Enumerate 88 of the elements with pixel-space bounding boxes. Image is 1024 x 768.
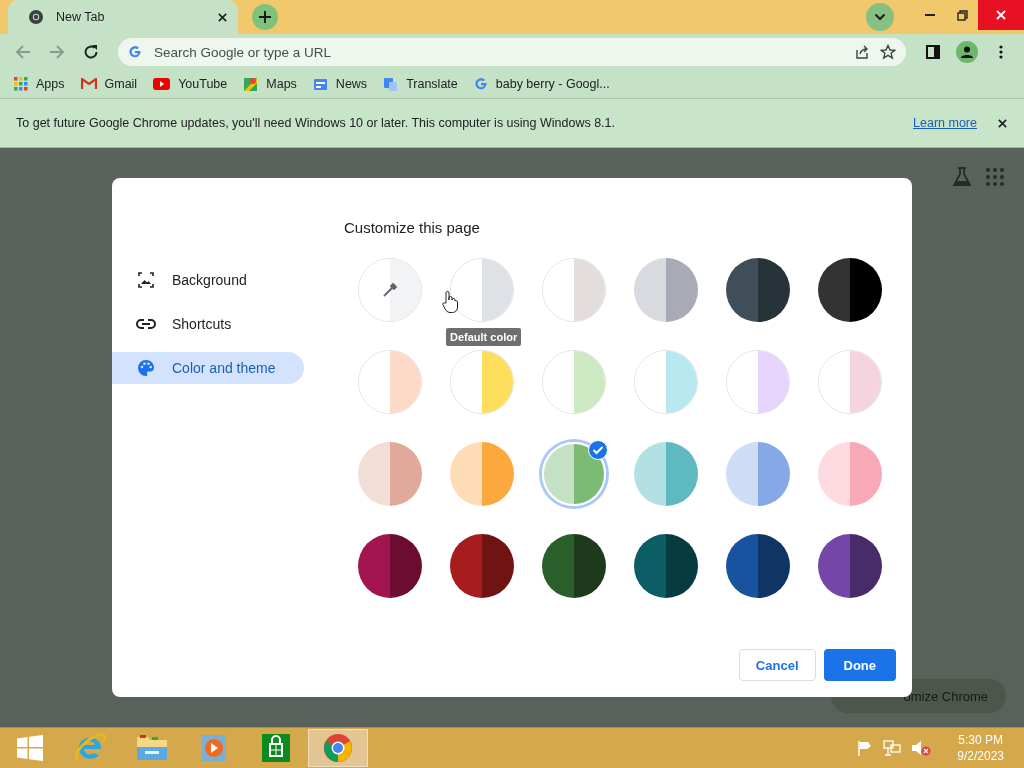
- muted-speaker-icon[interactable]: [911, 740, 932, 756]
- clock-date: 9/2/2023: [957, 749, 1004, 763]
- apps-grid-icon: [14, 77, 28, 91]
- cancel-button[interactable]: Cancel: [738, 649, 816, 681]
- nav-item[interactable]: Shortcuts: [112, 308, 304, 340]
- map-icon: [243, 76, 259, 92]
- google-logo-icon: [128, 45, 142, 59]
- color-swatch[interactable]: [634, 442, 698, 506]
- color-swatch[interactable]: [358, 534, 422, 598]
- newspaper-icon: [312, 77, 328, 91]
- nav-item[interactable]: Background: [112, 264, 304, 296]
- minimize-icon: [925, 14, 935, 16]
- restore-icon: [956, 9, 968, 21]
- taskbar-app[interactable]: [308, 729, 368, 767]
- color-swatch[interactable]: [450, 350, 514, 414]
- side-panel-icon: [926, 45, 940, 59]
- translate-icon: [383, 76, 399, 92]
- eyedropper-icon: [382, 282, 398, 298]
- checkmark-badge-icon: [588, 440, 608, 460]
- color-swatch[interactable]: [726, 258, 790, 322]
- color-swatch[interactable]: [542, 534, 606, 598]
- flask-icon[interactable]: [952, 166, 972, 188]
- bookmark[interactable]: Apps: [8, 72, 71, 96]
- color-swatch[interactable]: [634, 534, 698, 598]
- back-arrow-icon: [15, 44, 31, 60]
- color-swatch[interactable]: [634, 350, 698, 414]
- shopping-bag-icon: [262, 734, 290, 762]
- chevron-down-icon: [874, 13, 886, 21]
- browser-tab[interactable]: New Tab: [8, 0, 238, 34]
- address-bar[interactable]: Search Google or type a URL: [118, 38, 906, 66]
- close-icon[interactable]: [995, 9, 1007, 21]
- tab-search-button[interactable]: [866, 3, 894, 31]
- browser-logo-icon: [323, 733, 353, 763]
- close-tab-icon[interactable]: [217, 11, 228, 23]
- nav-item[interactable]: Color and theme: [112, 352, 304, 384]
- reload-icon: [83, 44, 99, 60]
- close-infobar-icon[interactable]: [997, 117, 1008, 129]
- browser-logo-icon: [28, 9, 44, 25]
- color-swatch[interactable]: [726, 534, 790, 598]
- color-swatch[interactable]: [542, 258, 606, 322]
- mail-icon: [80, 78, 97, 90]
- star-icon[interactable]: [880, 44, 896, 60]
- flag-icon[interactable]: [857, 740, 874, 756]
- color-swatch[interactable]: [358, 350, 422, 414]
- tab-title: New Tab: [56, 10, 106, 24]
- bookmark[interactable]: News: [306, 72, 374, 96]
- folder-icon: [136, 733, 168, 763]
- windows-logo-icon[interactable]: [17, 735, 43, 761]
- close-window-button[interactable]: [978, 0, 1024, 30]
- new-tab-button[interactable]: [252, 4, 278, 30]
- color-swatch[interactable]: [726, 442, 790, 506]
- color-swatch[interactable]: [818, 442, 882, 506]
- color-swatch[interactable]: [450, 258, 514, 322]
- bookmark[interactable]: YouTube: [147, 72, 234, 96]
- color-swatch[interactable]: [542, 350, 606, 414]
- network-icon[interactable]: [883, 740, 902, 756]
- done-button[interactable]: Done: [823, 649, 896, 681]
- color-swatch[interactable]: [450, 442, 514, 506]
- bookmark[interactable]: baby berry - Googl...: [467, 72, 616, 96]
- dialog-title: Customize this page: [344, 219, 481, 236]
- tooltip: Default color: [446, 328, 522, 346]
- apps-grid-icon[interactable]: [986, 168, 1004, 186]
- more-vertical-icon: [999, 45, 1003, 59]
- bookmark[interactable]: Gmail: [74, 72, 144, 96]
- color-swatch[interactable]: [358, 258, 422, 322]
- color-swatch[interactable]: [818, 534, 882, 598]
- person-icon: [960, 45, 974, 59]
- color-swatch[interactable]: [818, 258, 882, 322]
- update-message: To get future Google Chrome updates, you'll need Windows 10 or later. This computer is using Windows 8.1.: [16, 116, 616, 130]
- color-swatch[interactable]: [726, 350, 790, 414]
- color-swatch[interactable]: [634, 258, 698, 322]
- color-swatch[interactable]: [818, 350, 882, 414]
- video-play-icon: [153, 78, 171, 90]
- share-icon[interactable]: [854, 44, 870, 60]
- palette-icon: [137, 359, 155, 377]
- image-icon: [137, 271, 155, 289]
- bookmark[interactable]: Maps: [237, 72, 303, 96]
- link-icon: [136, 318, 156, 330]
- bookmark[interactable]: Translate: [377, 72, 464, 96]
- play-icon: [201, 734, 227, 762]
- plus-icon: [258, 10, 272, 24]
- google-logo-icon: [473, 77, 488, 91]
- hand-cursor-icon: [442, 290, 458, 314]
- clock-time: 5:30 PM: [958, 733, 1003, 747]
- color-swatch[interactable]: [358, 442, 422, 506]
- forward-arrow-icon: [49, 44, 65, 60]
- color-swatch[interactable]: [450, 534, 514, 598]
- learn-more-link[interactable]: Learn more: [913, 116, 977, 130]
